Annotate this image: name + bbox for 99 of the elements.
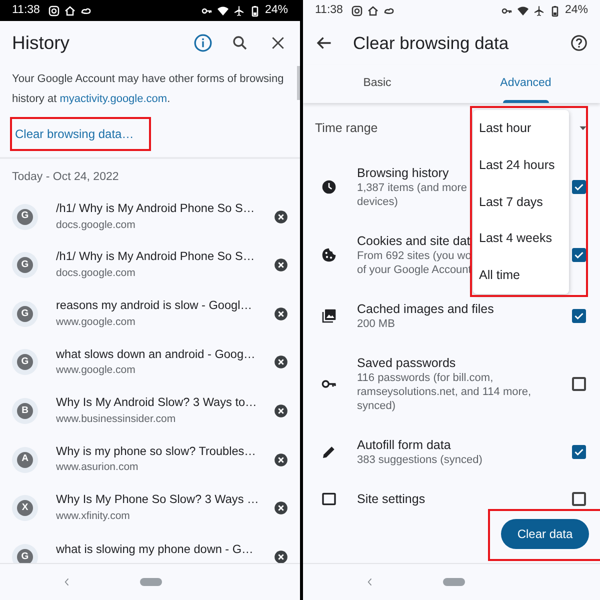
site-favicon: G (17, 548, 33, 563)
history-item[interactable]: G what slows down an android - Goog… www.google.com (0, 338, 300, 387)
item-title: Why Is My Android Slow? 3 Ways to… (56, 394, 257, 412)
help-icon[interactable] (570, 34, 588, 52)
history-item[interactable]: G /h1/ Why is My Android Phone So S… docs.google.com (0, 192, 300, 241)
check-icon (574, 447, 584, 457)
history-item[interactable]: G reasons my android is slow - Googl… www.google.com (0, 289, 300, 338)
option-description: 116 passwords (for bill.com, (357, 371, 494, 385)
home-icon (64, 4, 76, 16)
menu-option[interactable]: Last 7 days (473, 184, 569, 220)
checkbox[interactable] (572, 309, 586, 323)
item-title: /h1/ Why is My Android Phone So S… (56, 200, 255, 217)
item-url: www.xfinity.com (56, 509, 130, 524)
activity-link[interactable]: myactivity.google.com (60, 93, 168, 105)
remove-icon[interactable] (274, 501, 288, 516)
site-favicon: G (17, 306, 33, 322)
date-header: Today - Oct 24, 2022 (11, 170, 120, 185)
site-favicon: X (17, 500, 33, 516)
option-description: synced) (357, 399, 396, 413)
home-icon (366, 4, 379, 16)
site-favicon: G (17, 354, 33, 370)
clear-browsing-data-link[interactable]: Clear browsing data… (10, 117, 151, 151)
history-item[interactable]: A Why is my phone so slow? Troubles… www.asurion.com (0, 435, 300, 484)
tab[interactable]: Basic (303, 65, 452, 103)
history-item[interactable]: X Why Is My Phone So Slow? 3 Ways … www.xfinity.com (0, 484, 300, 532)
time-range-label: Time range (315, 120, 378, 137)
item-url: docs.google.com (56, 266, 136, 282)
site-favicon: G (17, 208, 33, 225)
remove-icon[interactable] (274, 210, 288, 224)
airplane-icon (532, 4, 545, 16)
menu-option[interactable]: All time (473, 257, 569, 294)
checkbox[interactable] (572, 377, 586, 391)
option-description: 200 MB (357, 317, 395, 331)
item-url: www.google.com (56, 363, 136, 378)
battery-level: 24% (564, 2, 588, 18)
history-item[interactable]: B Why Is My Android Slow? 3 Ways to… www.businessinsider.com (0, 386, 300, 436)
check-icon (574, 182, 584, 192)
item-url: www.google.com (56, 314, 136, 330)
wifi-icon (216, 4, 229, 16)
remove-icon[interactable] (274, 355, 288, 370)
item-title: reasons my android is slow - Googl… (56, 297, 252, 314)
option-title: Cookies and site dat (357, 233, 470, 249)
scrollbar[interactable] (297, 66, 300, 100)
item-title: what is slowing my phone down - G… (56, 540, 254, 558)
remove-icon[interactable] (274, 258, 288, 272)
notice-text: Your Google Account may have other forms of browsing history at myactivity.google.com. (12, 72, 285, 107)
remove-icon[interactable] (274, 550, 288, 563)
item-title: /h1/ Why is My Android Phone So S… (56, 248, 255, 266)
checkbox[interactable] (572, 248, 586, 262)
option-title: Saved passwords (357, 355, 456, 371)
camera-icon (48, 4, 60, 16)
pencil-icon (321, 444, 337, 460)
tab[interactable]: Advanced (452, 65, 600, 103)
clock-time: 11:38 (315, 2, 343, 18)
item-title: Why Is My Phone So Slow? 3 Ways … (56, 491, 259, 508)
page-title: Clear browsing data (353, 32, 510, 54)
remove-icon[interactable] (274, 306, 288, 321)
site-favicon: B (17, 402, 33, 419)
check-icon (574, 250, 584, 260)
option-description: 383 suggestions (synced) (357, 453, 482, 467)
site-favicon: A (17, 452, 33, 468)
window-icon (321, 491, 337, 506)
menu-option[interactable]: Last 4 weeks (473, 220, 569, 258)
checkbox[interactable] (572, 492, 586, 506)
checkbox[interactable] (572, 445, 586, 459)
history-item[interactable]: G /h1/ Why is My Android Phone So S… docs.google.com (0, 240, 300, 290)
camera-icon (350, 4, 363, 16)
checkbox[interactable] (572, 180, 586, 194)
option-description: devices) (357, 195, 398, 209)
option-title: Autofill form data (357, 437, 451, 453)
search-icon[interactable] (231, 34, 249, 52)
item-title: Why is my phone so slow? Troubles… (56, 442, 256, 460)
menu-option[interactable]: Last hour (473, 110, 569, 147)
clock-time: 11:38 (12, 2, 40, 18)
check-icon (574, 311, 584, 321)
airplane-icon (232, 4, 245, 16)
clear-data-button[interactable]: Clear data (501, 518, 589, 548)
menu-option[interactable]: Last 24 hours (473, 146, 569, 184)
option-title: Site settings (357, 491, 426, 506)
item-url: www.asurion.com (56, 460, 138, 476)
option-description: of your Google Account (357, 263, 472, 277)
page-title: History (12, 32, 71, 54)
remove-icon[interactable] (274, 452, 288, 467)
battery-level: 24% (264, 2, 288, 18)
item-url: www.businessinsider.com (56, 412, 176, 427)
option-title: Browsing history (357, 165, 449, 181)
site-favicon: G (17, 257, 33, 274)
wifi-icon (516, 4, 529, 16)
option-description: ramseysolutions.net, and 114 more, (357, 385, 532, 399)
remove-icon[interactable] (274, 404, 288, 418)
images-icon (321, 308, 337, 324)
clock-icon (321, 179, 337, 195)
item-url: docs.google.com (56, 218, 136, 233)
info-icon[interactable] (193, 33, 213, 53)
cookie-icon (321, 247, 337, 263)
option-description: 1,387 items (and more (357, 181, 468, 195)
option-title: Cached images and files (357, 301, 494, 317)
item-title: what slows down an android - Goog… (56, 346, 256, 363)
close-icon[interactable] (270, 35, 286, 51)
